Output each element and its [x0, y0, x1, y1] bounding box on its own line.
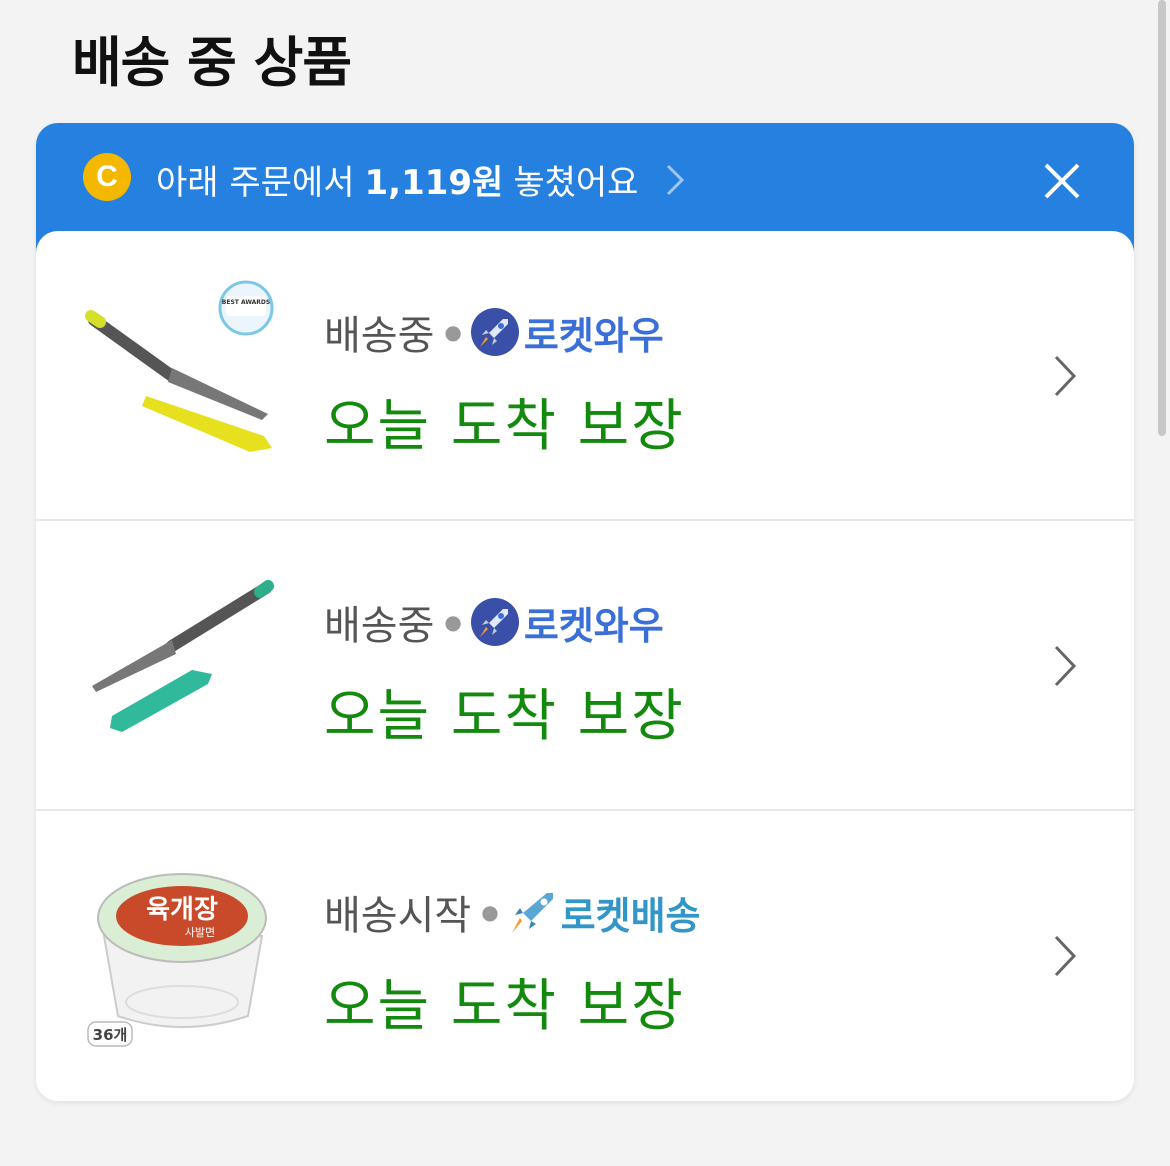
svg-text:36개: 36개 — [93, 1026, 128, 1044]
rocket-icon — [511, 893, 553, 933]
banner-amount: 1,119원 — [364, 163, 504, 203]
coin-icon: C — [83, 153, 131, 201]
banner-text-before: 아래 주문에서 — [156, 163, 355, 203]
arrival-guarantee: 오늘 도착 보장 — [324, 394, 685, 459]
order-row[interactable]: 육개장 사발면 36개 배송시작 ● 로켓배송 오늘 도착 보장 — [36, 811, 1134, 1101]
close-icon[interactable] — [1040, 159, 1084, 203]
separator-dot: ● — [444, 610, 462, 634]
chevron-right-icon[interactable] — [1048, 351, 1082, 401]
svg-text:BEST AWARDS: BEST AWARDS — [222, 299, 270, 306]
knife-yellow-sheath-image: BEST AWARDS — [85, 280, 274, 452]
page-title: 배송 중 상품 — [72, 31, 352, 94]
order-list: BEST AWARDS 배송중 ● 로켓와우 오늘 도착 보장 배송중 ● 로켓… — [36, 231, 1134, 1101]
banner-message[interactable]: 아래 주문에서 1,119원 놓쳤어요 — [156, 155, 690, 204]
separator-dot: ● — [481, 900, 499, 924]
separator-dot: ● — [444, 320, 462, 344]
status-text: 배송중 — [324, 313, 435, 359]
chevron-right-icon[interactable] — [1048, 641, 1082, 691]
rocket-wow-icon — [470, 308, 519, 356]
rocket-wow-label: 로켓와우 — [523, 313, 664, 358]
rocket-delivery-label: 로켓배송 — [560, 893, 701, 938]
delivery-status: 배송중 ● 로켓와우 — [324, 303, 664, 361]
best-awards-badge-icon: BEST AWARDS — [218, 280, 274, 336]
arrival-guarantee: 오늘 도착 보장 — [324, 974, 685, 1039]
order-row[interactable]: BEST AWARDS 배송중 ● 로켓와우 오늘 도착 보장 — [36, 231, 1134, 521]
chevron-right-icon — [667, 164, 685, 195]
scrollbar[interactable] — [1158, 0, 1166, 436]
noodle-cup-image: 육개장 사발면 36개 — [87, 873, 267, 1047]
knife-teal-sheath-image — [92, 580, 274, 732]
chevron-right-icon[interactable] — [1048, 931, 1082, 981]
banner-text-after: 놓쳤어요 — [513, 163, 639, 203]
delivery-status: 배송중 ● 로켓와우 — [324, 593, 664, 651]
arrival-guarantee: 오늘 도착 보장 — [324, 684, 685, 749]
order-row[interactable]: 배송중 ● 로켓와우 오늘 도착 보장 — [36, 521, 1134, 811]
svg-text:사발면: 사발면 — [185, 926, 215, 939]
status-text: 배송시작 — [324, 893, 472, 939]
shipping-card: C 아래 주문에서 1,119원 놓쳤어요 BEST AWARDS 배송중 ● … — [36, 123, 1134, 1101]
rocket-wow-icon — [470, 598, 519, 646]
rocket-wow-label: 로켓와우 — [523, 603, 664, 648]
svg-text:육개장: 육개장 — [146, 895, 218, 925]
status-text: 배송중 — [324, 603, 435, 649]
delivery-status: 배송시작 ● 로켓배송 — [324, 883, 701, 941]
